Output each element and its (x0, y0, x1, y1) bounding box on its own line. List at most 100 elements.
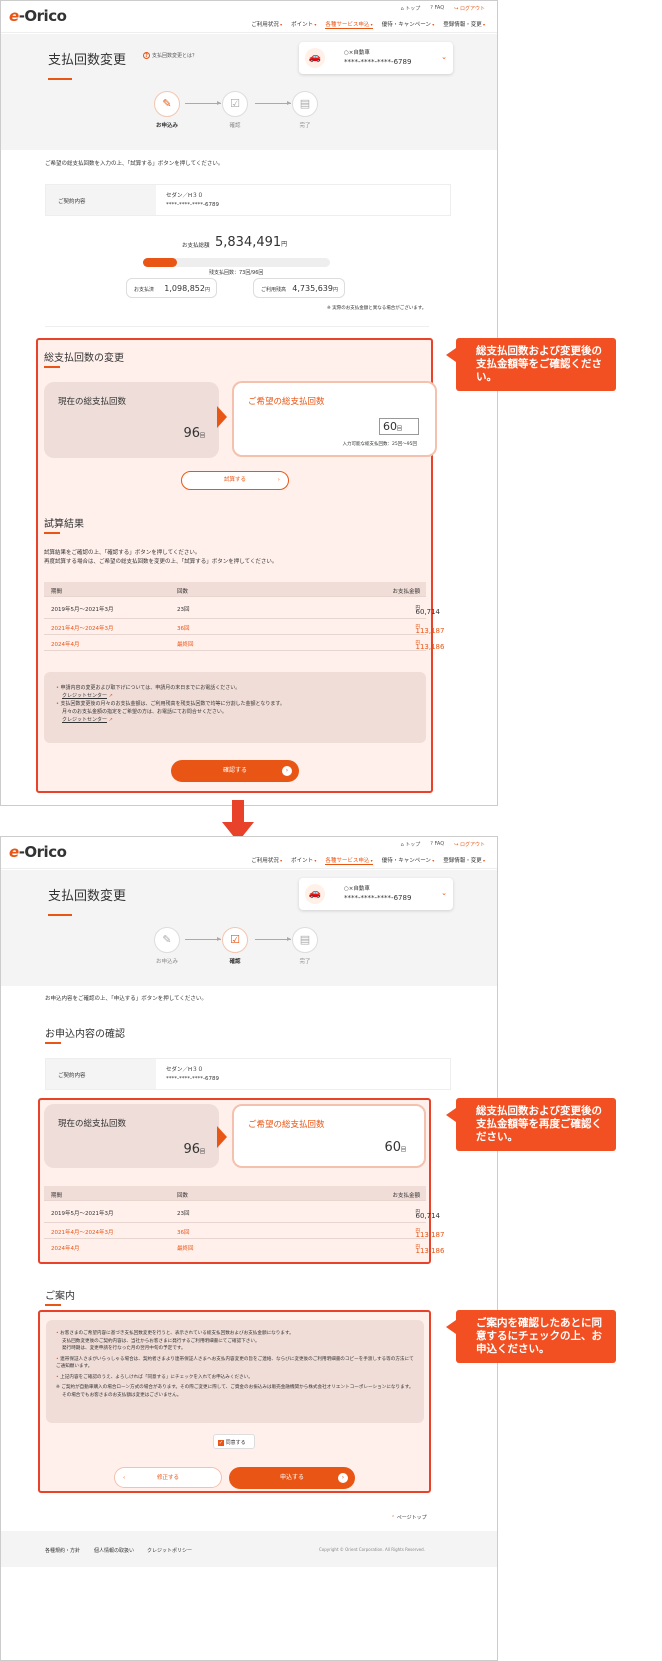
heading-underline (44, 366, 60, 368)
footnote: ※ 実際のお支払金額と異なる場合がございます。 (327, 306, 427, 311)
arrow-right-icon (217, 1126, 227, 1148)
heading-underline (44, 532, 60, 534)
document-check-icon: ☑ (222, 927, 248, 953)
copyright: Copyright © Orient Corporation. All Righ… (318, 1547, 425, 1552)
agree-checkbox[interactable]: ✓ 同意する (213, 1434, 255, 1449)
card-selector[interactable]: 🚗 ○×自動車 ****-****-****-6789 ⌄ (299, 878, 453, 910)
nav-account[interactable]: 登録情報・変更 (443, 856, 485, 865)
contract-number: ****-****-****-6789 (166, 1076, 219, 1082)
desired-count-label: ご希望の総支払回数 (248, 1120, 325, 1130)
site-header: e-Orico ⌂ トップ ? FAQ ↪ ログアウト ご利用状況 ポイント 各… (1, 837, 497, 869)
progress-label: 残支払回数：73回/96回 (209, 270, 264, 276)
nav-points[interactable]: ポイント (291, 20, 316, 29)
result-text-1: 試算結果をご確認の上、「確認する」ボタンを押してください。 (44, 550, 201, 556)
eorico-logo[interactable]: e-Orico (9, 843, 67, 861)
paid-value: 1,098,852円 (164, 284, 210, 293)
notes-box: • 申請内容の変更および取下げについては、申請月の末日までにお電話ください。 ク… (44, 672, 426, 743)
step-indicator: ✎ お申込み ☑ 確認 ▤ 完了 (1, 918, 497, 986)
page-title: 支払回数変更 (48, 889, 127, 904)
car-icon: 🚗 (305, 48, 325, 68)
arrow-right-icon (217, 406, 227, 428)
page-title: 支払回数変更 (48, 53, 127, 68)
chevron-down-icon: ⌄ (441, 889, 447, 897)
result-heading: 試算結果 (44, 519, 84, 530)
top-link[interactable]: ⌂ トップ (400, 841, 420, 848)
step-apply: ✎ お申込み (147, 927, 187, 965)
nav-campaign[interactable]: 優待・キャンペーン (382, 856, 435, 865)
chevron-right-icon: › (277, 477, 280, 483)
apply-button[interactable]: 申込する › (229, 1467, 355, 1489)
confirm-heading: お申込内容の確認 (45, 1029, 125, 1040)
title-bar: 支払回数変更 ? 支払回数変更とは？ 🚗 ○×自動車 ****-****-****… (1, 34, 497, 82)
calculate-button[interactable]: 試算する › (181, 471, 289, 490)
desired-count-input[interactable]: 60回 (379, 418, 419, 435)
nav-account[interactable]: 登録情報・変更 (443, 20, 485, 29)
step-indicator: ✎ お申込み ☑ 確認 ▤ 完了 (1, 82, 497, 150)
result-text-2: 再度試算する場合は、ご希望の総支払回数を変更の上、「試算する」ボタンを押してくだ… (44, 559, 278, 565)
nav-points[interactable]: ポイント (291, 856, 316, 865)
result-table: 期間 回数 お支払金額 2019年5月〜2021年3月 23回 60,714 円 2021… (44, 1186, 444, 1255)
instruction-text: お申込内容をご確認の上、「申込する」ボタンを押してください。 (45, 996, 207, 1002)
card-number: ****-****-****-6789 (344, 58, 412, 66)
balance-value: 4,735,639円 (292, 284, 338, 293)
global-nav: ご利用状況 ポイント 各種サービス申込 優待・キャンペーン 登録情報・変更 (251, 20, 485, 29)
credit-center-link[interactable]: クレジットセンター (62, 717, 107, 723)
nav-usage[interactable]: ご利用状況 (251, 856, 282, 865)
total-label: お支払総額 (182, 243, 210, 249)
step-apply: ✎ お申込み (147, 91, 187, 129)
back-button[interactable]: ‹ 修正する (114, 1467, 222, 1488)
guide-notes: • お客さまのご希望内容に基づき支払回数変更を行うと、表示されている総支払回数お… (46, 1320, 424, 1423)
table-header: 期間 回数 お支払金額 (44, 1186, 426, 1201)
faq-link[interactable]: ? FAQ (430, 5, 444, 12)
help-link[interactable]: ? 支払回数変更とは？ (143, 52, 197, 59)
edit-icon: ✎ (154, 91, 180, 117)
nav-services[interactable]: 各種サービス申込 (325, 856, 373, 865)
checkbox-checked-icon: ✓ (218, 1439, 224, 1446)
heading-underline (45, 1042, 61, 1044)
chevron-right-icon: › (338, 1473, 348, 1483)
global-nav: ご利用状況 ポイント 各種サービス申込 優待・キャンペーン 登録情報・変更 (251, 856, 485, 865)
table-row: 2019年5月〜2021年3月 23回 60,714 円 (44, 597, 440, 619)
nav-campaign[interactable]: 優待・キャンペーン (382, 20, 435, 29)
logout-link[interactable]: ↪ ログアウト (454, 841, 485, 848)
table-header: 期間 回数 お支払金額 (44, 582, 426, 597)
desired-count-panel: ご希望の総支払回数 60回 (232, 1104, 426, 1168)
title-underline (48, 914, 72, 916)
paid-box: お支払済 1,098,852円 (126, 278, 217, 298)
faq-link[interactable]: ? FAQ (430, 841, 444, 848)
contract-info: ご契約内容 セダン／H３０ ****-****-****-6789 (45, 1058, 451, 1090)
logout-link[interactable]: ↪ ログアウト (454, 5, 485, 12)
question-icon: ? (143, 52, 150, 59)
credit-center-link[interactable]: クレジットセンター (62, 693, 107, 699)
chevron-left-icon: ‹ (123, 1475, 126, 1481)
current-count-label: 現在の総支払回数 (58, 397, 127, 407)
desired-count-label: ご希望の総支払回数 (248, 397, 325, 407)
callout-3: ご案内を確認したあとに同意するにチェックの上、お申込ください。 (446, 1310, 616, 1363)
pagetop-link[interactable]: ⌃ ページトップ (391, 1514, 427, 1521)
footer-link[interactable]: 各種規約・方針 (45, 1547, 80, 1554)
top-link[interactable]: ⌂ トップ (400, 5, 420, 12)
range-hint: 入力可能な総支払回数：25回〜95回 (342, 442, 417, 447)
current-count-value: 96回 (183, 426, 205, 441)
desired-count-value: 60回 (384, 1140, 406, 1155)
footer-link[interactable]: クレジットポリシー (147, 1547, 192, 1554)
nav-services[interactable]: 各種サービス申込 (325, 20, 373, 29)
title-underline (48, 78, 72, 80)
current-count-label: 現在の総支払回数 (58, 1119, 127, 1129)
confirm-button[interactable]: 確認する › (171, 760, 299, 782)
footer-link[interactable]: 個人情報の取扱い (94, 1547, 134, 1554)
card-type: ○×自動車 (344, 50, 370, 56)
table-row: 2021年4月〜2024年3月 36回 113,187 円 (44, 619, 444, 635)
card-selector[interactable]: 🚗 ○×自動車 ****-****-****-6789 ⌄ (299, 42, 453, 74)
result-table: 期間 回数 お支払金額 2019年5月〜2021年3月 23回 60,714 円 2021… (44, 582, 444, 651)
progress-bar (143, 258, 330, 267)
eorico-logo[interactable]: e-Orico (9, 7, 67, 25)
document-check-icon: ☑ (222, 91, 248, 117)
nav-usage[interactable]: ご利用状況 (251, 20, 282, 29)
heading-underline (45, 1304, 61, 1306)
contract-info: ご契約内容 セダン／H３０ ****-****-****-6789 (45, 184, 451, 216)
edit-icon: ✎ (154, 927, 180, 953)
contract-label: ご契約内容 (46, 1059, 156, 1089)
card-number: ****-****-****-6789 (344, 894, 412, 902)
table-row: 2024年4月 最終回 113,186 円 (44, 635, 444, 651)
